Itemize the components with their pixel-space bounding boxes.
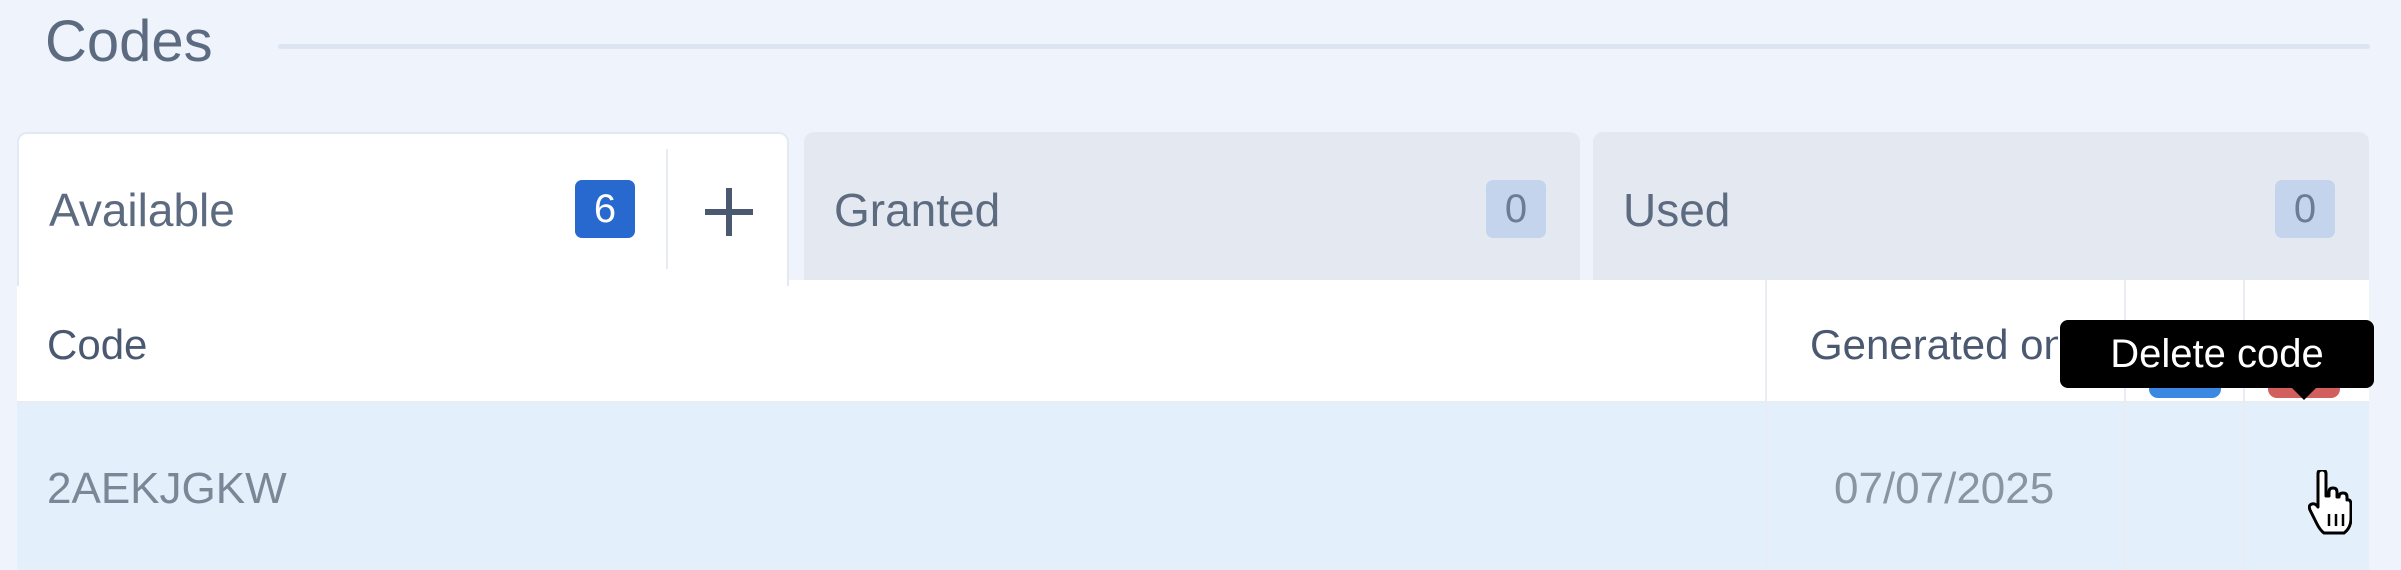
tab-used[interactable]: Used 0: [1593, 132, 2369, 282]
tab-available-count-badge: 6: [575, 180, 635, 238]
tab-granted-count-badge: 0: [1486, 180, 1546, 238]
table-row[interactable]: 2AEKJGKW 07/07/2025: [17, 403, 2369, 570]
tab-used-label: Used: [1623, 184, 1731, 236]
tab-granted-label: Granted: [834, 184, 1001, 236]
tab-granted[interactable]: Granted 0: [804, 132, 1580, 282]
delete-code-tooltip: Delete code: [2060, 320, 2374, 388]
tab-available-label: Available: [49, 184, 235, 236]
hand-pointer-cursor-icon: [2308, 470, 2352, 535]
table-header-row: Code Generated on: [17, 280, 2369, 403]
tab-divider: [666, 149, 668, 269]
tab-used-count-badge: 0: [2275, 180, 2335, 238]
code-cell: 2AEKJGKW: [47, 464, 287, 513]
generated-on-cell: 07/07/2025: [1834, 464, 2055, 513]
add-code-button[interactable]: [691, 174, 767, 250]
column-divider: [1765, 280, 1767, 570]
section-title-rule: [278, 44, 2370, 49]
tab-available[interactable]: Available 6: [17, 132, 789, 286]
column-header-code[interactable]: Code: [47, 320, 147, 370]
plus-icon: [705, 188, 753, 236]
tooltip-arrow: [2290, 386, 2318, 400]
column-header-generated-on[interactable]: Generated on: [1810, 320, 2058, 370]
section-title: Codes: [45, 9, 213, 74]
codes-table: Code Generated on 2AEKJGKW 07/07/2025: [17, 280, 2369, 570]
